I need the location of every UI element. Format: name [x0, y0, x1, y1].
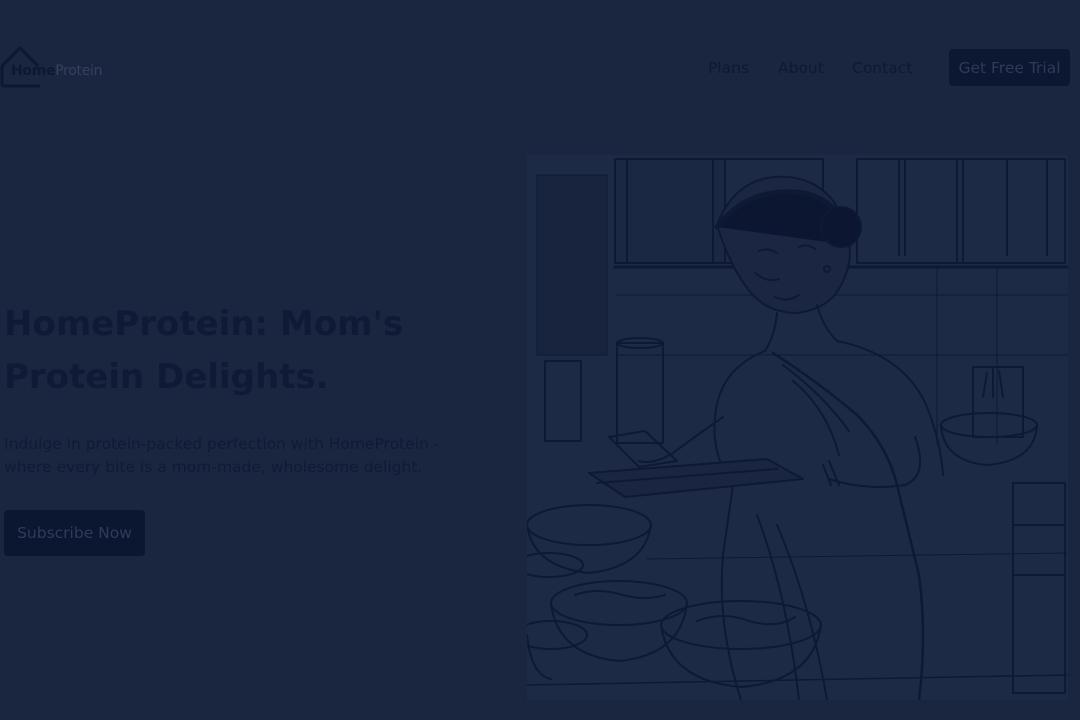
get-free-trial-button[interactable]: Get Free Trial	[949, 49, 1070, 86]
landing-page: HomeProtein Plans About Contact Get Free…	[0, 0, 1080, 720]
hero-title: HomeProtein: Mom's Protein Delights.	[4, 304, 404, 397]
subscribe-now-button[interactable]: Subscribe Now	[4, 510, 145, 556]
logo-brand-home: Home	[11, 63, 56, 79]
hero-subtitle: Indulge in protein-packed perfection wit…	[4, 435, 440, 476]
logo[interactable]: HomeProtein	[0, 44, 120, 90]
logo-brand-protein: Protein	[55, 63, 103, 79]
nav-link-contact[interactable]: Contact	[852, 59, 912, 77]
woman-cooking-illustration	[527, 155, 1068, 700]
nav-link-about[interactable]: About	[778, 59, 824, 77]
hero-illustration	[527, 155, 1068, 700]
logo-wordmark: HomeProtein	[11, 63, 103, 79]
nav-link-plans[interactable]: Plans	[708, 59, 749, 77]
